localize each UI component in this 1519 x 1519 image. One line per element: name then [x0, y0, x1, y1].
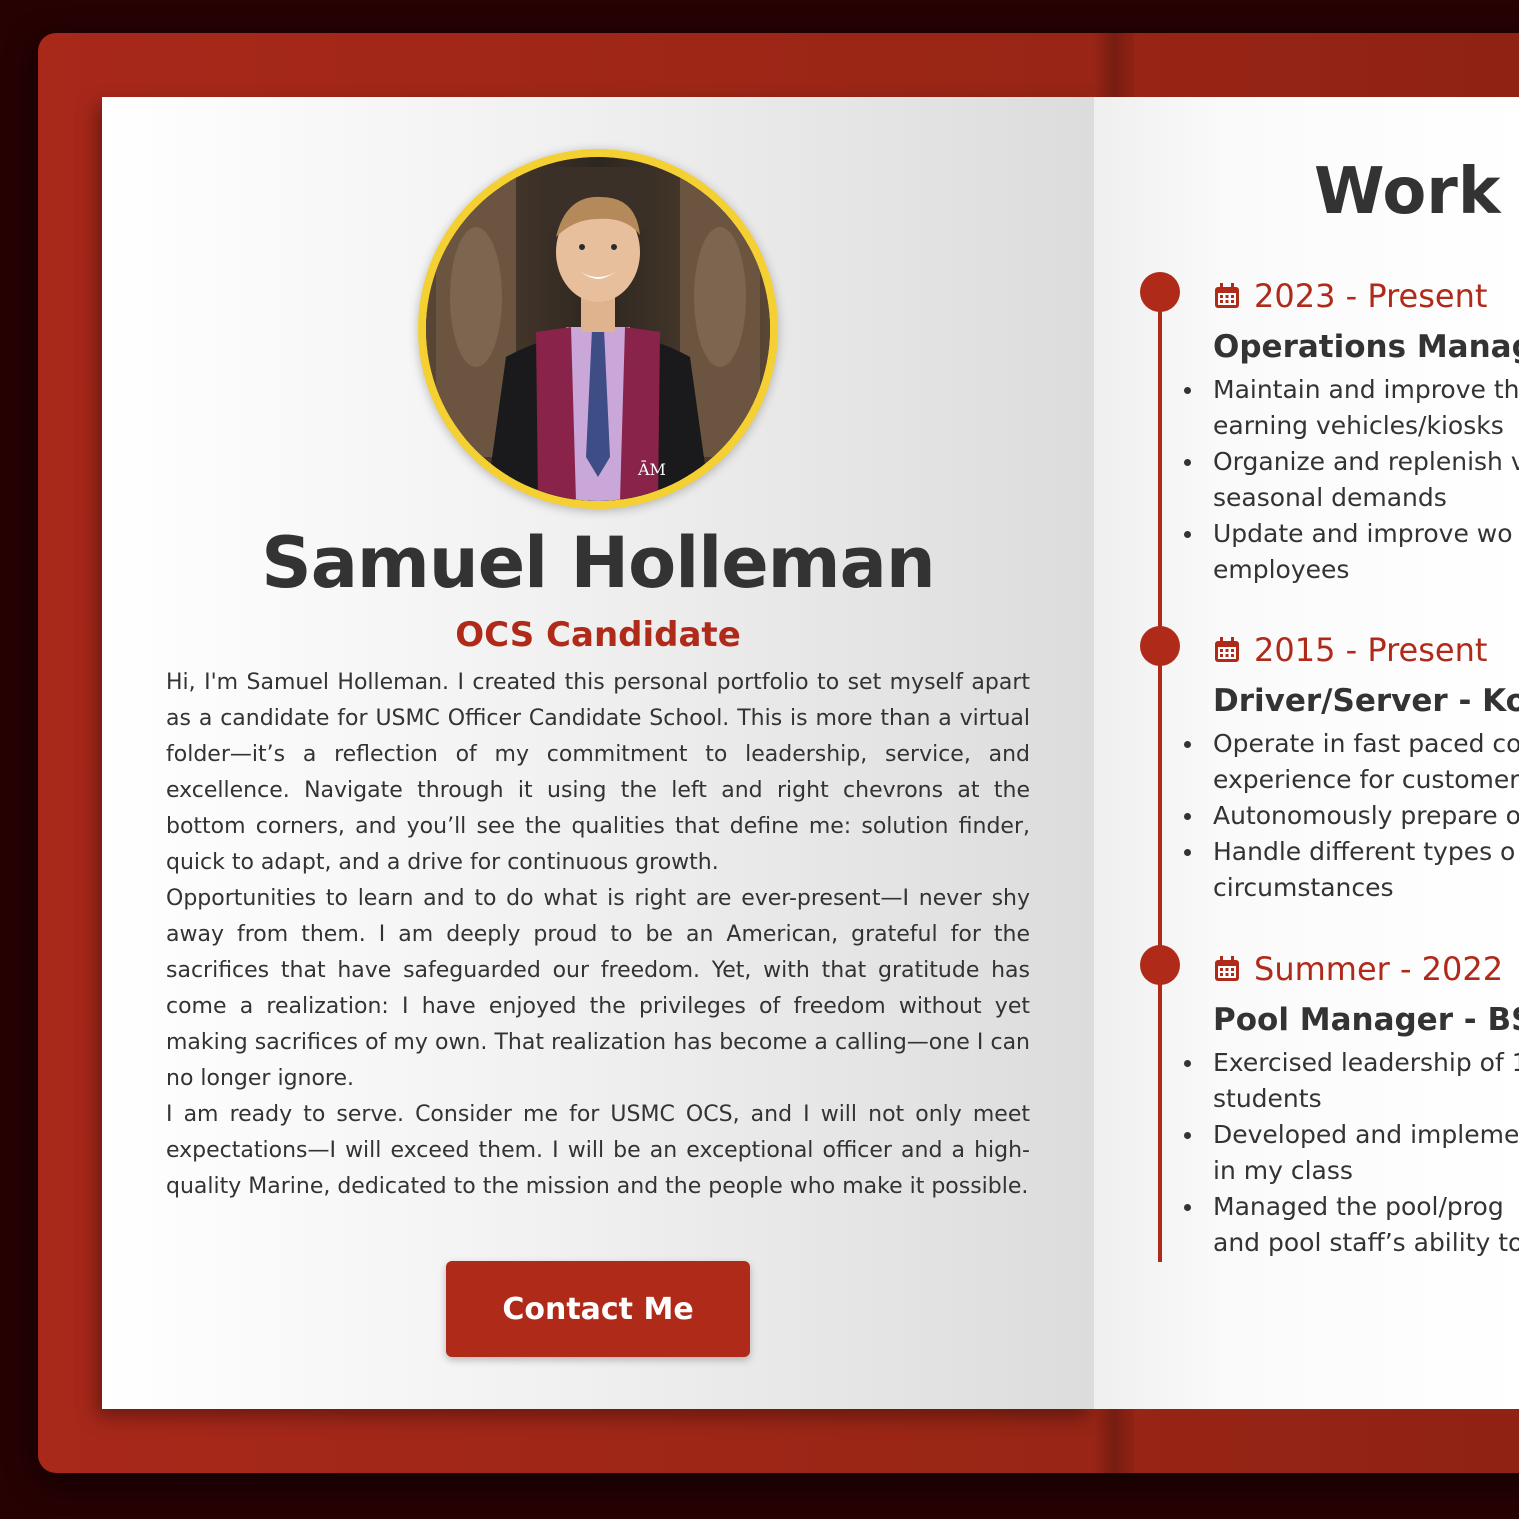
duty-item: Exercised leadership of 1: [1184, 1045, 1519, 1081]
duty-item: Handle different types o: [1184, 834, 1519, 870]
entry-date: 2023 - Present: [1214, 277, 1487, 315]
bio-paragraph: I am ready to serve. Consider me for USM…: [166, 1102, 1030, 1199]
entry-date-text: 2015 - Present: [1254, 631, 1488, 669]
duty-item: Managed the pool/prog: [1184, 1189, 1519, 1225]
entry-date: 2015 - Present: [1214, 631, 1487, 669]
entry-date: Summer - 2022: [1214, 950, 1503, 988]
duty-item-continued: seasonal demands: [1213, 483, 1447, 512]
duty-item: Autonomously prepare o: [1184, 798, 1519, 834]
entry-duties: Operate in fast paced co experience for …: [1184, 726, 1519, 906]
entry-duties: Exercised leadership of 1 students Devel…: [1184, 1045, 1519, 1261]
bio-paragraph: Hi, I'm Samuel Holleman. I created this …: [166, 670, 1030, 875]
calendar-icon: [1215, 283, 1239, 308]
duty-item-continued: circumstances: [1213, 873, 1394, 902]
calendar-icon: [1215, 637, 1239, 662]
duty-item: Organize and replenish v: [1184, 444, 1519, 480]
calendar-icon: [1215, 956, 1239, 981]
timeline-dot: [1140, 626, 1180, 666]
entry-title: Driver/Server - Kor: [1213, 683, 1519, 719]
entry-title: Pool Manager - BSA: [1213, 1002, 1519, 1038]
contact-button[interactable]: Contact Me: [446, 1261, 750, 1357]
profile-name: Samuel Holleman: [261, 522, 935, 604]
avatar-ring: ĀM: [418, 149, 778, 509]
timeline-line: [1158, 282, 1162, 1262]
duty-item-continued: experience for customer: [1213, 765, 1519, 794]
entry-duties: Maintain and improve th earning vehicles…: [1184, 372, 1519, 588]
experience-page: Work E 2023 - Present Operations Manag M…: [1094, 97, 1519, 1409]
duty-item-continued: in my class: [1213, 1156, 1353, 1185]
duty-item: Developed and impleme: [1184, 1117, 1519, 1153]
bio-text: Hi, I'm Samuel Holleman. I created this …: [166, 665, 1030, 1205]
profile-role: OCS Candidate: [455, 615, 741, 655]
duty-item: Update and improve wo: [1184, 516, 1519, 552]
entry-date-text: 2023 - Present: [1254, 277, 1488, 315]
timeline-dot: [1140, 945, 1180, 985]
duty-item-continued: earning vehicles/kiosks: [1213, 411, 1504, 440]
duty-item: Operate in fast paced co: [1184, 726, 1519, 762]
avatar: ĀM: [426, 157, 770, 501]
duty-item-continued: and pool staff’s ability to: [1213, 1228, 1519, 1257]
duty-item-continued: students: [1213, 1084, 1322, 1113]
duty-item: Maintain and improve th: [1184, 372, 1519, 408]
section-title: Work E: [1314, 155, 1519, 229]
duty-item-continued: employees: [1213, 555, 1350, 584]
bio-paragraph: Opportunities to learn and to do what is…: [166, 886, 1030, 1091]
entry-date-text: Summer - 2022: [1254, 950, 1504, 988]
entry-title: Operations Manag: [1213, 329, 1519, 365]
timeline-dot: [1140, 272, 1180, 312]
profile-photo: ĀM: [426, 157, 770, 501]
svg-text:ĀM: ĀM: [637, 459, 666, 479]
profile-page: ĀM Samuel Holleman OCS Candidate Hi, I'm…: [102, 97, 1094, 1409]
